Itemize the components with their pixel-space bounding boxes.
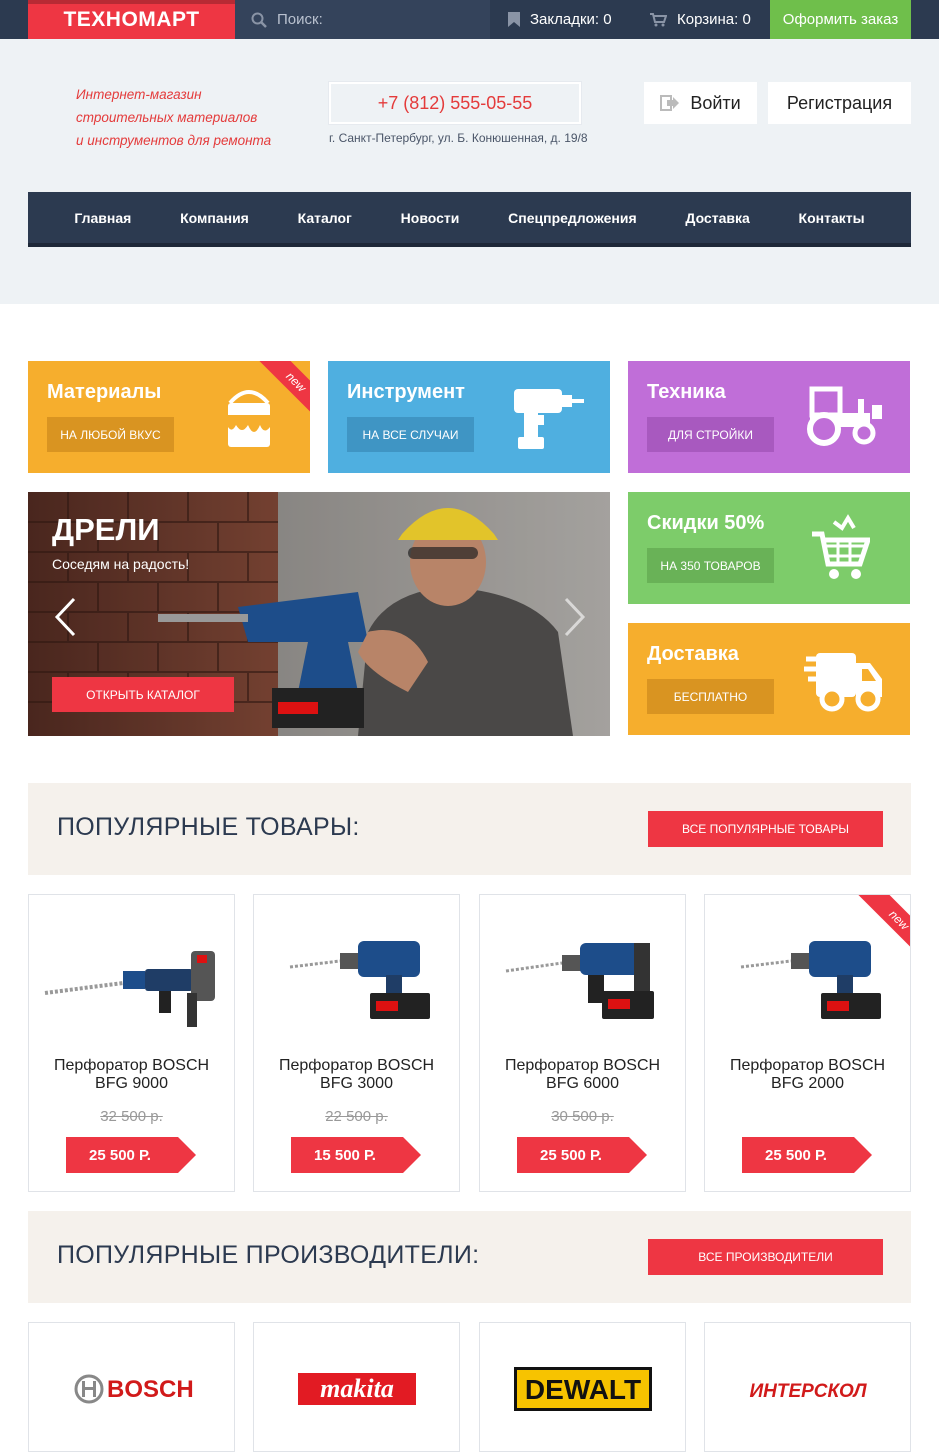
tile-button[interactable]: НА ЛЮБОЙ ВКУС	[47, 417, 174, 452]
product-card[interactable]: Перфоратор BOSCH BFG 3000 22 500 р. 15 5…	[253, 894, 460, 1192]
tile-machinery[interactable]: Техника ДЛЯ СТРОЙКИ	[628, 361, 910, 473]
login-icon	[660, 95, 680, 111]
promo-slider: ДРЕЛИ Соседям на радость! ОТКРЫТЬ КАТАЛО…	[28, 492, 610, 736]
tile-title: Техника	[647, 381, 726, 403]
product-price: 25 500 Р.	[765, 1146, 827, 1164]
product-old-price: 32 500 р.	[100, 1108, 163, 1125]
tile-materials[interactable]: Материалы НА ЛЮБОЙ ВКУС new	[28, 361, 310, 473]
cart-link[interactable]: Корзина: 0	[650, 0, 751, 39]
tagline-line-2: строительных материалов	[76, 110, 258, 125]
tile-button[interactable]: ДЛЯ СТРОЙКИ	[647, 417, 774, 452]
nav-item-news[interactable]: Новости	[401, 210, 460, 226]
tile-title: Материалы	[47, 381, 162, 403]
dewalt-logo: DEWALT	[514, 1367, 652, 1411]
bookmark-icon	[508, 12, 520, 27]
tile-discount[interactable]: Скидки 50% НА 350 ТОВАРОВ	[628, 492, 910, 604]
popular-products-bar: ПОПУЛЯРНЫЕ ТОВАРЫ: ВСЕ ПОПУЛЯРНЫЕ ТОВАРЫ	[28, 783, 911, 875]
tile-button[interactable]: НА 350 ТОВАРОВ	[647, 548, 774, 583]
brand-card-makita[interactable]: makita	[253, 1322, 460, 1452]
nav-item-home[interactable]: Главная	[74, 210, 131, 226]
tile-delivery[interactable]: Доставка БЕСПЛАТНО	[628, 623, 910, 735]
brand-name: makita	[320, 1374, 394, 1403]
product-card[interactable]: Перфоратор BOSCH BFG 2000 25 500 Р. new	[704, 894, 911, 1192]
brand-card-interskol[interactable]: ИНТЕРСКОЛ	[704, 1322, 911, 1452]
brands-bar: ПОПУЛЯРНЫЕ ПРОИЗВОДИТЕЛИ: ВСЕ ПРОИЗВОДИТ…	[28, 1211, 911, 1303]
login-label: Войти	[690, 92, 741, 113]
nav-item-catalog[interactable]: Каталог	[298, 210, 352, 226]
brands-heading: ПОПУЛЯРНЫЕ ПРОИЗВОДИТЕЛИ:	[57, 1241, 480, 1269]
product-name[interactable]: Перфоратор BOSCH BFG 9000	[29, 1057, 234, 1093]
product-name[interactable]: Перфоратор BOSCH BFG 6000	[480, 1057, 685, 1093]
address: г. Санкт-Петербург, ул. Б. Конюшенная, д…	[329, 131, 588, 145]
register-button[interactable]: Регистрация	[768, 82, 911, 124]
tile-title: Доставка	[647, 643, 739, 665]
tagline-line-3: и инструментов для ремонта	[76, 133, 272, 148]
all-brands-button[interactable]: ВСЕ ПРОИЗВОДИТЕЛИ	[648, 1239, 883, 1275]
search-box	[235, 0, 490, 39]
nav-item-offers[interactable]: Спецпредложения	[508, 210, 636, 226]
tile-title: Скидки 50%	[647, 512, 765, 534]
tile-tools[interactable]: Инструмент НА ВСЕ СЛУЧАИ	[328, 361, 610, 473]
slide-title: ДРЕЛИ	[52, 512, 160, 547]
product-price: 25 500 Р.	[540, 1146, 602, 1164]
product-image	[289, 941, 430, 1019]
product-name[interactable]: Перфоратор BOSCH BFG 2000	[705, 1057, 910, 1093]
tile-button[interactable]: БЕСПЛАТНО	[647, 679, 774, 714]
drill-icon	[514, 389, 584, 449]
brand-name: BOSCH	[107, 1376, 194, 1403]
interskol-logo: ИНТЕРСКОЛ	[749, 1381, 867, 1402]
product-card[interactable]: Перфоратор BOSCH BFG 6000 30 500 р. 25 5…	[479, 894, 686, 1192]
chevron-left-icon[interactable]	[54, 597, 76, 637]
tile-title: Инструмент	[347, 381, 465, 403]
brand-card-dewalt[interactable]: DEWALT	[479, 1322, 686, 1452]
paint-bucket-icon	[228, 390, 270, 447]
logo[interactable]: ТЕХНОМАРТ	[28, 0, 235, 43]
product-price-button[interactable]: 25 500 Р.	[742, 1137, 872, 1173]
truck-icon	[804, 653, 882, 712]
header	[0, 39, 939, 304]
slide-subtitle: Соседям на радость!	[52, 556, 190, 572]
popular-products-heading: ПОПУЛЯРНЫЕ ТОВАРЫ:	[57, 813, 360, 841]
shopping-cart-icon	[812, 514, 870, 579]
product-old-price: 30 500 р.	[551, 1108, 614, 1125]
bookmarks-label: Закладки: 0	[530, 11, 612, 28]
product-price-button[interactable]: 25 500 Р.	[66, 1137, 196, 1173]
product-price-button[interactable]: 25 500 Р.	[517, 1137, 647, 1173]
brand-name: DEWALT	[525, 1374, 641, 1405]
nav-item-contacts[interactable]: Контакты	[799, 210, 865, 226]
brand-name: ИНТЕРСКОЛ	[749, 1381, 867, 1402]
nav-item-delivery[interactable]: Доставка	[685, 210, 749, 226]
product-price: 15 500 Р.	[314, 1146, 376, 1164]
order-button[interactable]: Оформить заказ	[770, 0, 911, 39]
bosch-logo: BOSCH	[74, 1374, 194, 1404]
bookmarks-link[interactable]: Закладки: 0	[508, 0, 612, 39]
tractor-icon	[807, 386, 882, 446]
login-button[interactable]: Войти	[644, 82, 757, 124]
tagline-line-1: Интернет-магазин	[76, 87, 202, 102]
product-price: 25 500 Р.	[89, 1146, 151, 1164]
product-old-price: 22 500 р.	[325, 1108, 388, 1125]
main-nav: Главная Компания Каталог Новости Спецпре…	[28, 192, 911, 247]
product-price-button[interactable]: 15 500 Р.	[291, 1137, 421, 1173]
cart-icon	[650, 12, 667, 26]
tagline: Интернет-магазин строительных материалов…	[76, 83, 306, 152]
cart-label: Корзина: 0	[677, 11, 751, 28]
brand-card-bosch[interactable]: BOSCH	[28, 1322, 235, 1452]
tile-button[interactable]: НА ВСЕ СЛУЧАИ	[347, 417, 474, 452]
phone-number[interactable]: +7 (812) 555-05-55	[329, 82, 581, 124]
product-image	[44, 951, 215, 1027]
nav-item-company[interactable]: Компания	[180, 210, 249, 226]
search-input[interactable]	[277, 11, 457, 28]
product-name[interactable]: Перфоратор BOSCH BFG 3000	[254, 1057, 459, 1093]
product-card[interactable]: Перфоратор BOSCH BFG 9000 32 500 р. 25 5…	[28, 894, 235, 1192]
product-image	[740, 941, 881, 1019]
makita-logo: makita	[298, 1369, 416, 1409]
chevron-right-icon[interactable]	[564, 597, 586, 637]
all-popular-button[interactable]: ВСЕ ПОПУЛЯРНЫЕ ТОВАРЫ	[648, 811, 883, 847]
product-image	[505, 943, 654, 1019]
search-icon[interactable]	[251, 12, 267, 28]
open-catalog-button[interactable]: ОТКРЫТЬ КАТАЛОГ	[52, 677, 234, 712]
